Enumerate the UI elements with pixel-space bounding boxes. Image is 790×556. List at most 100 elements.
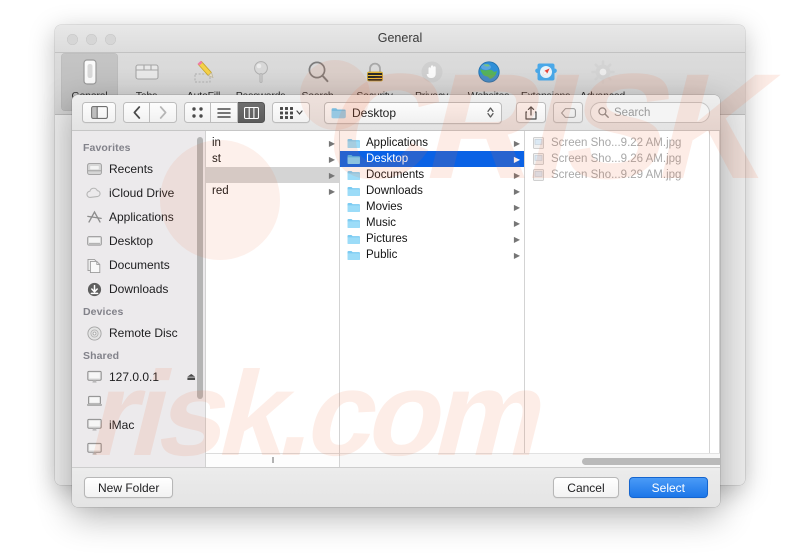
item-label: Downloads	[366, 185, 423, 197]
dialog-footer: New Folder Cancel Select	[72, 467, 720, 507]
disclosure-arrow-icon: ▶	[513, 138, 520, 148]
item-label: Desktop	[366, 153, 409, 165]
icon-view-icon[interactable]	[184, 102, 211, 123]
folder-icon	[346, 152, 360, 166]
location-popup-button[interactable]: Desktop	[324, 101, 502, 124]
item-label: st	[212, 153, 221, 165]
sidebar-item-label: iCloud Drive	[109, 186, 175, 200]
list-view-icon[interactable]	[211, 102, 238, 123]
arrange-icon[interactable]	[272, 102, 310, 123]
item-label: Applications	[366, 137, 429, 149]
tag-icon[interactable]	[553, 102, 583, 123]
sidebar-item-label: iMac	[109, 418, 135, 432]
folder-icon	[346, 216, 360, 230]
location-label: Desktop	[352, 105, 397, 120]
column-folders: Applications ▶ Desktop ▶ Documents ▶ Dow…	[340, 131, 525, 467]
table-row[interactable]: Music ▶	[340, 215, 524, 231]
sidebar-item-remote-disc[interactable]: Remote Disc	[72, 321, 205, 345]
disclosure-arrow-icon: ▶	[328, 138, 335, 148]
passwords-icon	[232, 57, 289, 87]
share-icon[interactable]	[516, 102, 546, 123]
sidebar-item-icloud-drive[interactable]: iCloud Drive	[72, 181, 205, 205]
table-row[interactable]: Screen Sho...9.29 AM.jpg	[525, 167, 709, 183]
search-icon	[289, 57, 346, 87]
general-icon	[61, 57, 118, 87]
sidebar-item-127-0-0-1[interactable]: 127.0.0.1 ⏏	[72, 365, 205, 389]
sidebar-item-shared-4[interactable]	[72, 437, 205, 461]
search-input[interactable]: Search	[590, 102, 710, 123]
table-row[interactable]: Screen Sho...9.26 AM.jpg	[525, 151, 709, 167]
select-button[interactable]: Select	[628, 477, 708, 498]
eject-icon[interactable]: ⏏	[187, 372, 196, 383]
column-partial: in ▶ st ▶ ▶ red ▶ ‖	[206, 131, 340, 467]
table-row[interactable]: Desktop ▶	[340, 151, 524, 167]
desktop-icon	[86, 233, 102, 249]
list-item[interactable]: red ▶	[206, 183, 339, 199]
sidebar-scrollbar[interactable]	[197, 137, 203, 399]
extensions-icon	[517, 57, 574, 87]
cancel-button[interactable]: Cancel	[553, 477, 619, 498]
disclosure-arrow-icon: ▶	[328, 186, 335, 196]
table-row[interactable]: Public ▶	[340, 247, 524, 263]
horizontal-scrollbar[interactable]	[340, 453, 720, 467]
disclosure-arrow-icon: ▶	[513, 202, 520, 212]
sidebar-item-label: Applications	[109, 210, 174, 224]
sidebar-item-desktop[interactable]: Desktop	[72, 229, 205, 253]
sidebar-item-applications[interactable]: Applications	[72, 205, 205, 229]
forward-button[interactable]	[150, 102, 177, 123]
websites-icon	[460, 57, 517, 87]
sidebar-item-documents[interactable]: Documents	[72, 253, 205, 277]
table-row[interactable]: Applications ▶	[340, 135, 524, 151]
new-folder-button[interactable]: New Folder	[84, 477, 174, 498]
column-resize-grip[interactable]: ‖	[206, 453, 339, 467]
column-view-icon[interactable]	[238, 102, 265, 123]
remote-disc-icon	[86, 325, 102, 341]
grip-marks: ‖	[271, 456, 274, 465]
sidebar-section-devices-header: Devices	[83, 306, 124, 318]
column-files: Screen Sho...9.22 AM.jpg Screen Sho...9.…	[525, 131, 710, 467]
item-label: Screen Sho...9.29 AM.jpg	[551, 169, 682, 181]
item-label: Public	[366, 249, 398, 261]
list-item[interactable]: in ▶	[206, 135, 339, 151]
sidebar-toggle-icon[interactable]	[82, 102, 116, 123]
table-row[interactable]: Pictures ▶	[340, 231, 524, 247]
chevron-updown-icon	[487, 107, 494, 118]
sidebar-item-recents[interactable]: Recents	[72, 157, 205, 181]
sidebar-item-downloads[interactable]: Downloads	[72, 277, 205, 301]
sidebar-item-label: Documents	[109, 258, 170, 272]
folder-icon	[346, 232, 360, 246]
downloads-icon	[86, 281, 102, 297]
sidebar-item-label: 127.0.0.1	[109, 370, 160, 384]
folder-icon	[331, 107, 346, 118]
column-browser: in ▶ st ▶ ▶ red ▶ ‖ Applications ▶ Deskt…	[206, 131, 720, 467]
item-label: red	[212, 185, 229, 197]
display-icon	[86, 417, 102, 433]
table-row[interactable]: Downloads ▶	[340, 183, 524, 199]
sidebar-item-label: Remote Disc	[109, 326, 178, 340]
sidebar-item-shared-2[interactable]	[72, 389, 205, 413]
item-label: Movies	[366, 201, 403, 213]
table-row[interactable]: Screen Sho...9.22 AM.jpg	[525, 135, 709, 151]
disclosure-arrow-icon: ▶	[513, 154, 520, 164]
disclosure-arrow-icon: ▶	[328, 170, 335, 180]
back-button[interactable]	[123, 102, 150, 123]
item-label: Screen Sho...9.26 AM.jpg	[551, 153, 682, 165]
folder-icon	[346, 168, 360, 182]
sidebar-item-imac[interactable]: iMac	[72, 413, 205, 437]
image-file-icon	[531, 136, 545, 150]
dialog-content: Favorites Recents iCloud Drive Applicati…	[72, 131, 720, 467]
folder-icon	[346, 184, 360, 198]
list-item[interactable]: ▶	[206, 167, 339, 183]
sidebar-item-label: Desktop	[109, 234, 154, 248]
sidebar-section-favorites-header: Favorites	[83, 142, 131, 154]
list-item[interactable]: st ▶	[206, 151, 339, 167]
image-file-icon	[531, 152, 545, 166]
item-label: Documents	[366, 169, 425, 181]
disclosure-arrow-icon: ▶	[328, 154, 335, 164]
prefs-titlebar: General	[55, 25, 745, 53]
table-row[interactable]: Documents ▶	[340, 167, 524, 183]
laptop-icon	[86, 393, 102, 409]
scrollbar-thumb[interactable]	[582, 458, 720, 465]
table-row[interactable]: Movies ▶	[340, 199, 524, 215]
documents-icon	[86, 257, 102, 273]
